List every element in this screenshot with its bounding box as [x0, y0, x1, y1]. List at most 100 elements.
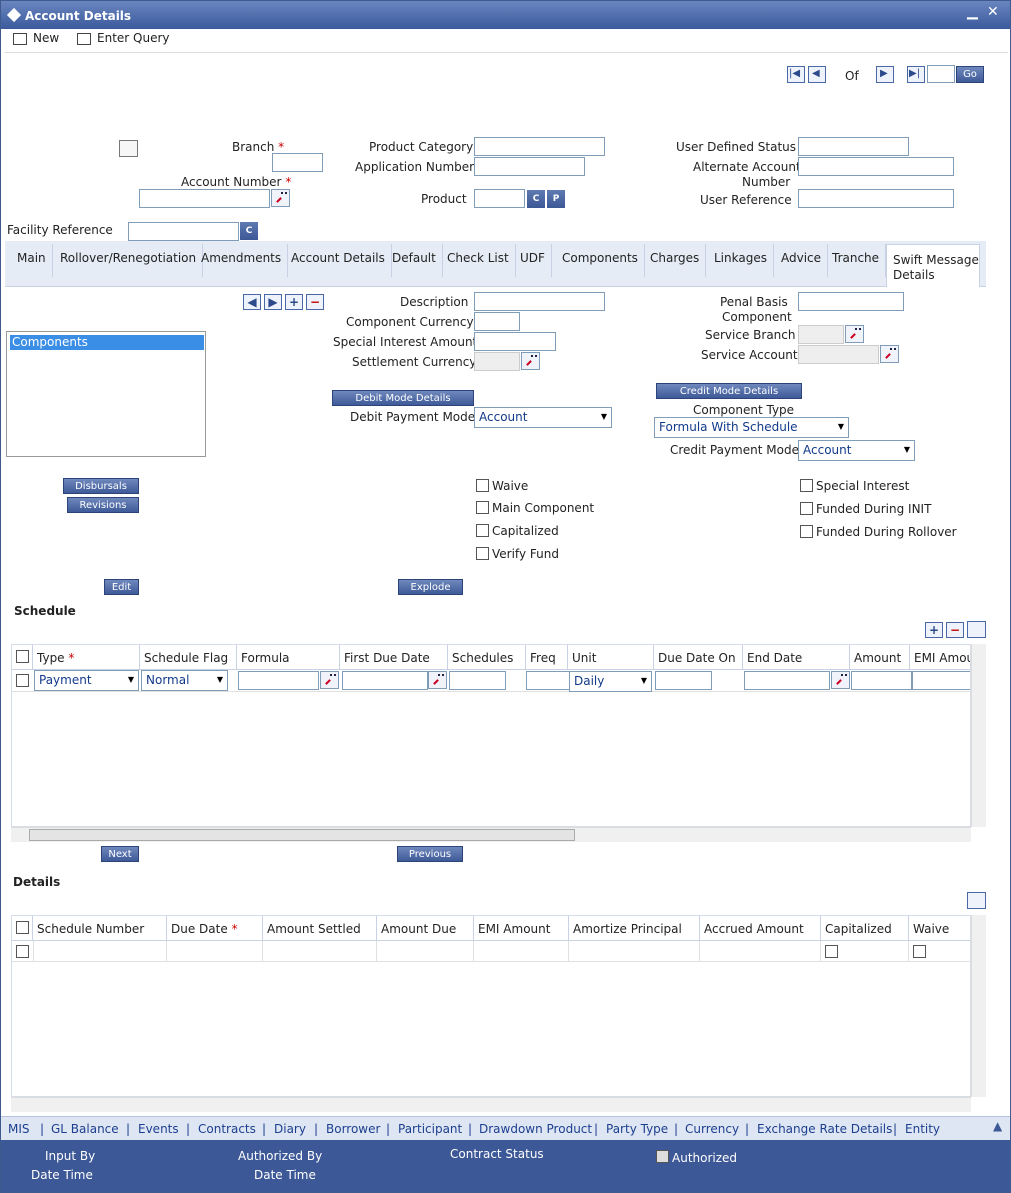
main-component-checkbox[interactable]	[476, 501, 489, 514]
link-entity[interactable]: Entity	[905, 1122, 940, 1136]
service-account-input[interactable]	[798, 345, 879, 364]
link-party-type[interactable]: Party Type	[606, 1122, 668, 1136]
alternate-account-number-input[interactable]	[798, 157, 954, 176]
details-grid-icon[interactable]	[967, 892, 986, 909]
schedules-input[interactable]	[449, 671, 506, 690]
details-cell-due-date[interactable]	[167, 941, 263, 961]
amount-input[interactable]	[851, 671, 912, 690]
formula-input[interactable]	[238, 671, 319, 690]
page-number-input[interactable]	[927, 65, 955, 83]
component-currency-input[interactable]	[474, 312, 520, 331]
tab-swift-message-details[interactable]: Swift Message Details	[886, 244, 980, 287]
tab-components[interactable]: Components	[556, 244, 645, 277]
link-participant[interactable]: Participant	[398, 1122, 462, 1136]
end-date-input[interactable]	[744, 671, 830, 690]
product-c-button[interactable]: C	[527, 190, 545, 208]
enter-query-button[interactable]: Enter Query	[77, 31, 170, 45]
funded-during-rollover-checkbox[interactable]	[800, 525, 813, 538]
account-number-input[interactable]	[139, 189, 270, 208]
components-list-item[interactable]: Components	[10, 335, 204, 350]
tab-amendments[interactable]: Amendments	[195, 244, 289, 277]
schedule-flag-select[interactable]: Normal	[141, 670, 228, 691]
schedule-vertical-scrollbar[interactable]	[971, 644, 986, 827]
details-capitalized-checkbox[interactable]	[825, 945, 838, 958]
prev-component-button[interactable]: ◀	[243, 294, 261, 310]
link-bar-scroll-up-icon[interactable]: ▲	[993, 1119, 1002, 1133]
link-currency[interactable]: Currency	[685, 1122, 739, 1136]
tab-charges[interactable]: Charges	[644, 244, 707, 277]
details-row-checkbox[interactable]	[16, 945, 29, 958]
document-icon[interactable]	[119, 140, 138, 157]
facility-c-button[interactable]: C	[240, 222, 258, 240]
user-reference-input[interactable]	[798, 189, 954, 208]
unit-select[interactable]: Daily	[569, 671, 652, 692]
delete-component-button[interactable]: −	[306, 294, 324, 310]
previous-button[interactable]: Previous	[397, 846, 463, 862]
user-defined-status-input[interactable]	[798, 137, 909, 156]
details-cell-schedule-number[interactable]	[33, 941, 167, 961]
schedule-row-checkbox[interactable]	[16, 674, 29, 687]
tab-tranche[interactable]: Tranche	[826, 244, 887, 277]
emi-amount-input[interactable]	[912, 671, 970, 690]
details-cell-amount-settled[interactable]	[263, 941, 377, 961]
next-record-button[interactable]	[876, 66, 894, 83]
tab-account-details[interactable]: Account Details	[285, 244, 392, 277]
schedule-type-select[interactable]: Payment	[34, 670, 139, 691]
details-waive-checkbox[interactable]	[913, 945, 926, 958]
details-cell-emi-amount[interactable]	[474, 941, 569, 961]
details-cell-amortize-principal[interactable]	[569, 941, 700, 961]
component-type-select[interactable]: Formula With Schedule	[654, 417, 849, 438]
link-gl-balance[interactable]: GL Balance	[51, 1122, 119, 1136]
last-record-button[interactable]	[907, 66, 925, 83]
tab-default[interactable]: Default	[386, 244, 443, 277]
previous-record-button[interactable]	[808, 66, 826, 83]
facility-reference-input[interactable]	[128, 222, 239, 241]
schedule-horizontal-scrollbar[interactable]	[11, 827, 971, 842]
components-list[interactable]: Components	[6, 331, 206, 457]
tab-linkages[interactable]: Linkages	[708, 244, 774, 277]
debit-mode-details-button[interactable]: Debit Mode Details	[332, 390, 474, 406]
details-cell-accrued-amount[interactable]	[700, 941, 821, 961]
link-events[interactable]: Events	[138, 1122, 179, 1136]
settlement-currency-lov-icon[interactable]	[521, 352, 540, 370]
details-vertical-scrollbar[interactable]	[971, 915, 986, 1097]
special-interest-checkbox[interactable]	[800, 479, 813, 492]
schedule-add-button[interactable]: +	[925, 622, 943, 638]
debit-payment-mode-select[interactable]: Account	[474, 407, 612, 428]
tab-udf[interactable]: UDF	[514, 244, 552, 277]
details-cell-amount-due[interactable]	[377, 941, 474, 961]
product-category-input[interactable]	[474, 137, 605, 156]
tab-rollover[interactable]: Rollover/Renegotiation	[54, 244, 204, 277]
add-component-button[interactable]: +	[285, 294, 303, 310]
schedule-grid-icon[interactable]	[967, 621, 986, 638]
first-record-button[interactable]	[787, 66, 805, 83]
next-button[interactable]: Next	[101, 846, 139, 862]
new-button[interactable]: New	[13, 31, 59, 45]
revisions-button[interactable]: Revisions	[67, 497, 139, 513]
tab-check-list[interactable]: Check List	[441, 244, 516, 277]
link-mis[interactable]: MIS	[8, 1122, 30, 1136]
link-exchange-rate-details[interactable]: Exchange Rate Details	[757, 1122, 892, 1136]
authorized-checkbox[interactable]	[656, 1150, 669, 1163]
close-icon[interactable]: ✕	[987, 4, 999, 20]
schedule-delete-button[interactable]: −	[946, 622, 964, 638]
first-due-date-calendar-icon[interactable]	[428, 671, 447, 689]
minimize-icon[interactable]: ▁	[967, 4, 978, 20]
next-component-button[interactable]: ▶	[264, 294, 282, 310]
account-number-lov-icon[interactable]	[271, 189, 290, 207]
application-number-input[interactable]	[474, 157, 585, 176]
first-due-date-input[interactable]	[342, 671, 428, 690]
credit-payment-mode-select[interactable]: Account	[798, 440, 915, 461]
product-p-button[interactable]: P	[547, 190, 565, 208]
disbursals-button[interactable]: Disbursals	[63, 478, 139, 494]
credit-mode-details-button[interactable]: Credit Mode Details	[656, 383, 802, 399]
tab-advice[interactable]: Advice	[775, 244, 829, 277]
capitalized-checkbox[interactable]	[476, 524, 489, 537]
service-branch-input[interactable]	[798, 325, 844, 344]
branch-input[interactable]	[272, 153, 323, 172]
explode-button[interactable]: Explode	[398, 579, 463, 595]
link-diary[interactable]: Diary	[274, 1122, 306, 1136]
details-select-all-checkbox[interactable]	[16, 921, 29, 934]
go-button[interactable]: Go	[956, 66, 984, 83]
edit-button[interactable]: Edit	[104, 579, 139, 595]
